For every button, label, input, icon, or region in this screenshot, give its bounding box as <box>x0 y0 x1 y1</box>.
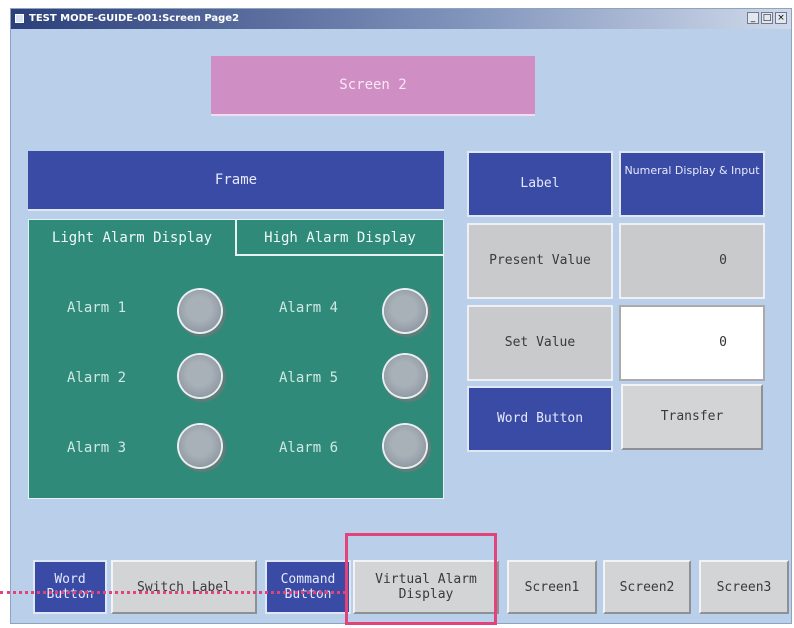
alarm-panel: Light Alarm Display High Alarm Display A… <box>28 219 444 499</box>
screen3-button[interactable]: Screen3 <box>699 560 789 614</box>
command-button[interactable]: Command Button <box>265 560 351 614</box>
word-button-label: Word Button <box>467 386 613 452</box>
maximize-button[interactable]: □ <box>761 12 773 24</box>
alarm-lamp-icon <box>384 425 426 467</box>
title-bar[interactable]: TEST MODE-GUIDE-001:Screen Page2 _ □ × <box>11 9 791 29</box>
window-system-icon[interactable] <box>15 14 24 23</box>
alarm-lamp-icon <box>179 425 221 467</box>
minimize-button[interactable]: _ <box>747 12 759 24</box>
screen1-button[interactable]: Screen1 <box>507 560 597 614</box>
window-title: TEST MODE-GUIDE-001:Screen Page2 <box>29 13 240 24</box>
present-value-label: Present Value <box>467 223 613 299</box>
tab-high-alarm-display[interactable]: High Alarm Display <box>235 220 443 256</box>
transfer-button[interactable]: Transfer <box>621 384 763 450</box>
tab-light-alarm-display[interactable]: Light Alarm Display <box>29 220 235 256</box>
close-button[interactable]: × <box>775 12 787 24</box>
alarm-label-6: Alarm 6 <box>279 440 339 456</box>
callout-dotted-line <box>0 591 346 594</box>
switch-label-button[interactable]: Switch Label <box>111 560 257 614</box>
alarm-label-1: Alarm 1 <box>67 300 127 316</box>
frame-header: Frame <box>28 151 444 211</box>
app-window: TEST MODE-GUIDE-001:Screen Page2 _ □ × S… <box>10 8 792 624</box>
label-header: Label <box>467 151 613 217</box>
word-button[interactable]: Word Button <box>33 560 107 614</box>
screen2-button[interactable]: Screen2 <box>603 560 691 614</box>
alarm-label-3: Alarm 3 <box>67 440 127 456</box>
alarm-label-4: Alarm 4 <box>279 300 339 316</box>
screen-title: Screen 2 <box>211 56 535 116</box>
alarm-lamp-icon <box>384 290 426 332</box>
alarm-lamp-icon <box>179 290 221 332</box>
alarm-label-2: Alarm 2 <box>67 370 127 386</box>
highlight-box <box>345 533 497 625</box>
alarm-lamp-icon <box>384 355 426 397</box>
set-value-label: Set Value <box>467 305 613 381</box>
present-value-display: 0 <box>619 223 765 299</box>
alarm-lamp-icon <box>179 355 221 397</box>
set-value-input[interactable]: 0 <box>619 305 765 381</box>
window-controls: _ □ × <box>747 12 787 24</box>
alarm-label-5: Alarm 5 <box>279 370 339 386</box>
numeral-display-header: Numeral Display & Input <box>619 151 765 217</box>
